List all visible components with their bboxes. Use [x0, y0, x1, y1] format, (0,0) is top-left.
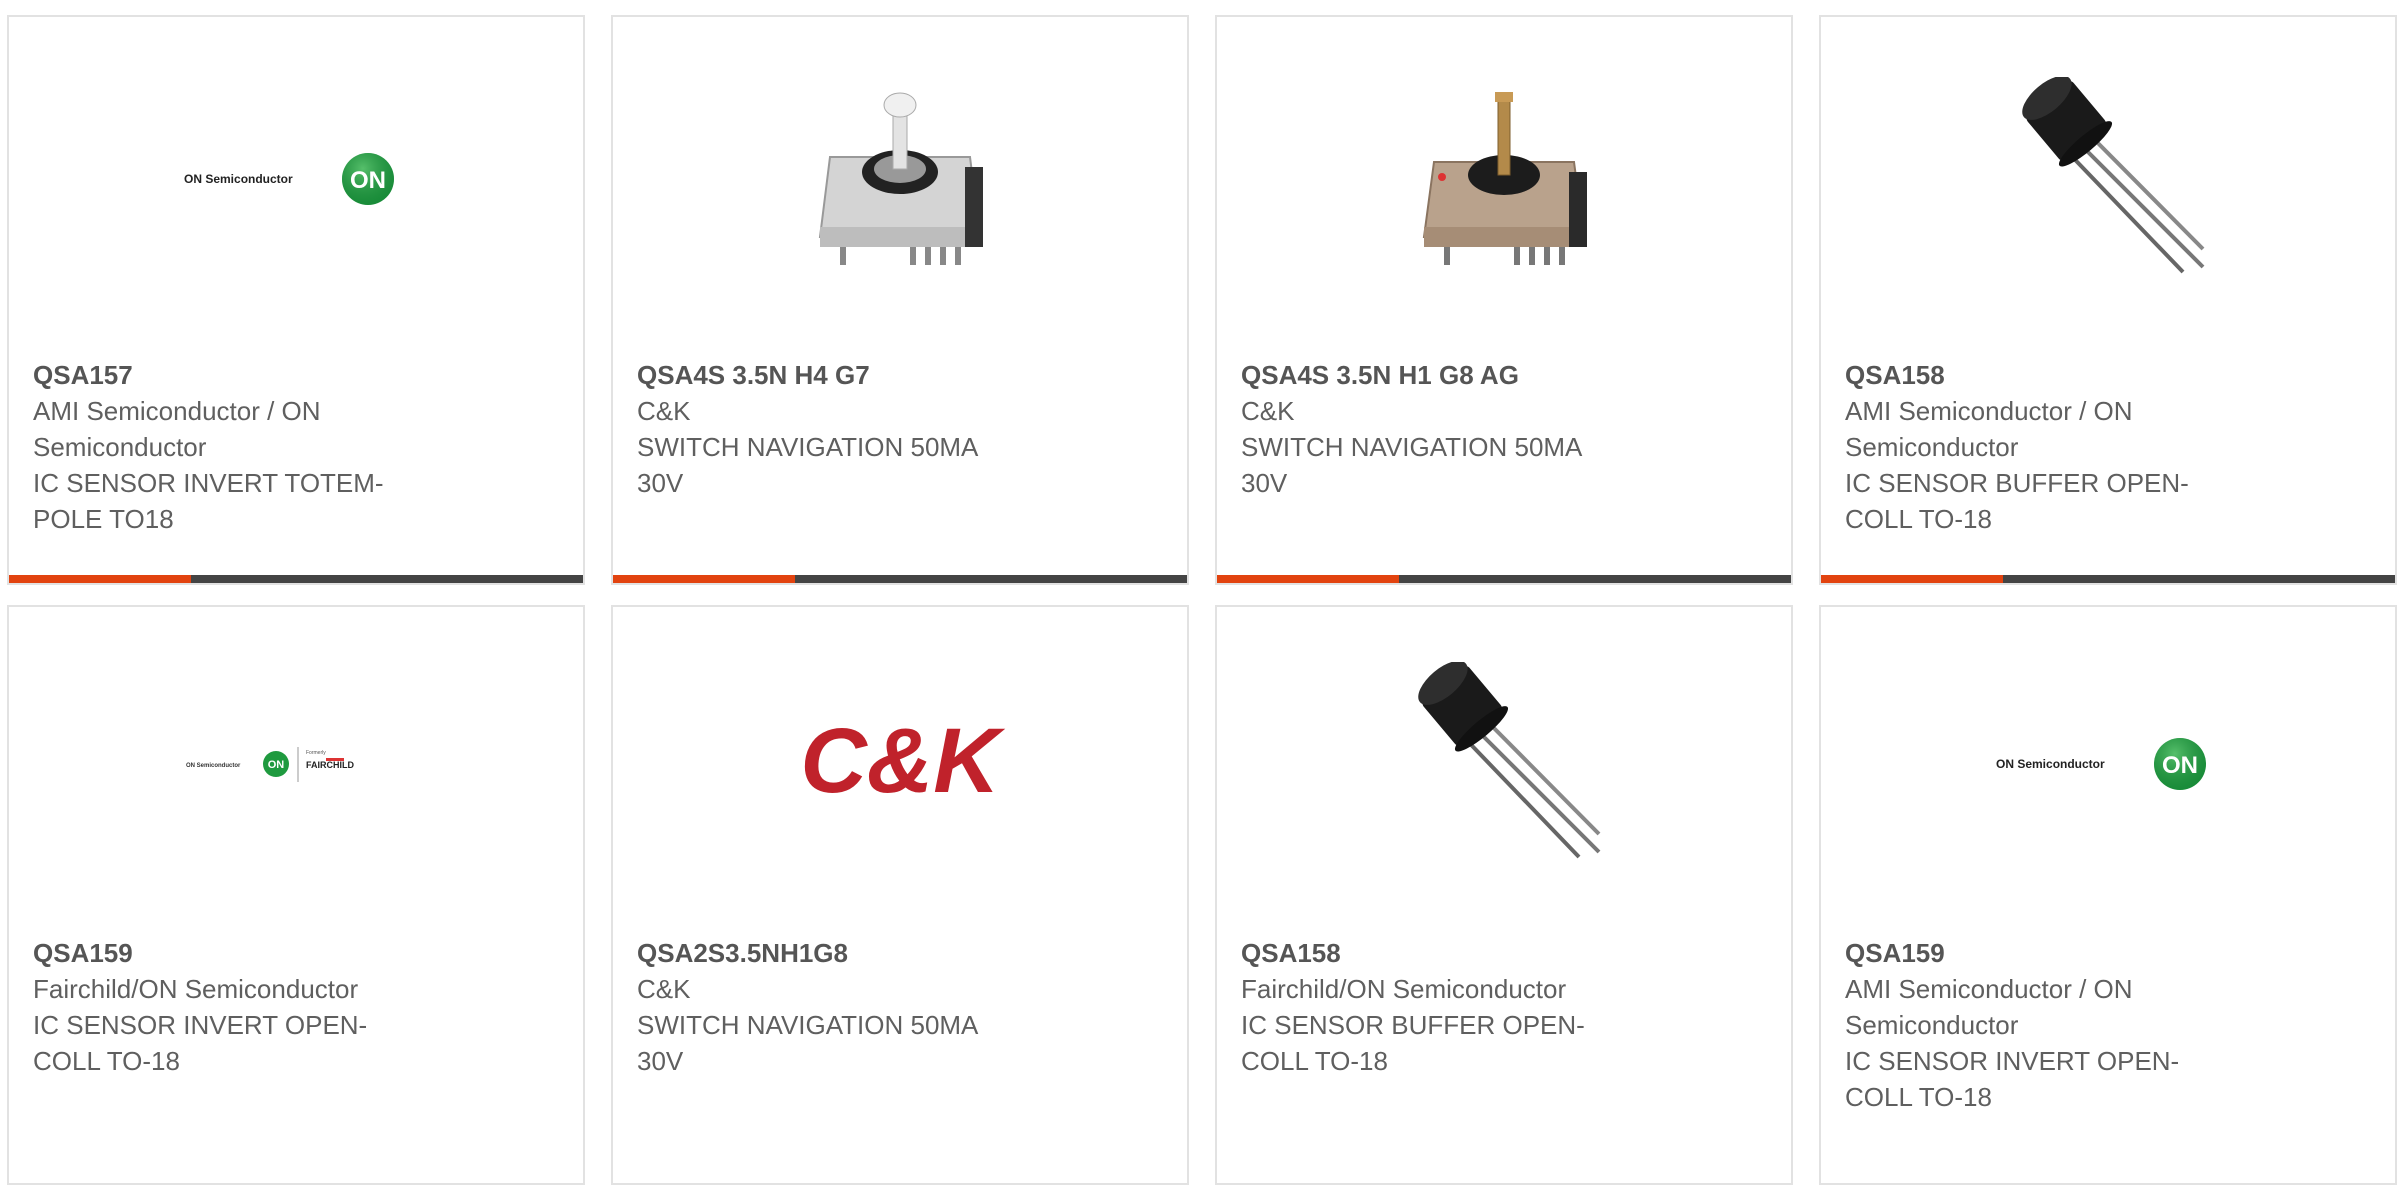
on-badge-text: ON — [350, 167, 386, 194]
manufacturer: AMI Semiconductor / ON — [1845, 396, 2133, 426]
card-bottom-bar — [613, 575, 1187, 583]
on-logo-text: ON Semiconductor — [186, 763, 241, 769]
product-card[interactable]: ON Semiconductor ON QSA159 AMI Semicondu… — [1819, 605, 2397, 1185]
on-logo-text: ON Semiconductor — [1996, 757, 2105, 771]
part-number[interactable]: QSA2S3.5NH1G8 — [637, 935, 1077, 971]
accent-bar — [613, 575, 795, 583]
part-number[interactable]: QSA157 — [33, 357, 473, 393]
on-fairchild-logo: ON Semiconductor ON Formerly FAIRCHILD — [186, 747, 354, 782]
product-image[interactable] — [613, 77, 1187, 277]
accent-bar — [1821, 575, 2003, 583]
product-image[interactable]: ON Semiconductor ON — [1821, 662, 2395, 862]
description: 30V — [637, 468, 684, 498]
part-number[interactable]: QSA158 — [1241, 935, 1681, 971]
product-card[interactable]: C&K QSA2S3.5NH1G8 C&K SWITCH NAVIGATION … — [611, 605, 1189, 1185]
description: COLL TO-18 — [1845, 504, 1992, 534]
to18-sensor-icon — [2022, 77, 2205, 274]
on-logo-text: ON Semiconductor — [184, 172, 293, 186]
product-card[interactable]: ON Semiconductor ON Formerly FAIRCHILD Q… — [7, 605, 585, 1185]
on-semiconductor-logo: ON Semiconductor ON — [1996, 738, 2206, 790]
description: COLL TO-18 — [1241, 1046, 1388, 1076]
navigation-switch-icon — [1422, 92, 1587, 265]
accent-bar — [9, 575, 191, 583]
description: IC SENSOR BUFFER OPEN- — [1845, 468, 2189, 498]
card-bottom-bar — [1821, 575, 2395, 583]
part-number[interactable]: QSA4S 3.5N H4 G7 — [637, 357, 1077, 393]
description: SWITCH NAVIGATION 50MA — [637, 1010, 979, 1040]
manufacturer: AMI Semiconductor / ON — [1845, 974, 2133, 1004]
description: IC SENSOR BUFFER OPEN- — [1241, 1010, 1585, 1040]
part-number[interactable]: QSA4S 3.5N H1 G8 AG — [1241, 357, 1681, 393]
description: IC SENSOR INVERT OPEN- — [33, 1010, 368, 1040]
fairchild-text: FAIRCHILD — [306, 760, 354, 770]
manufacturer: Semiconductor — [33, 432, 207, 462]
product-card[interactable]: QSA4S 3.5N H4 G7 C&K SWITCH NAVIGATION 5… — [611, 15, 1189, 585]
manufacturer: C&K — [1241, 396, 1295, 426]
product-image[interactable]: ON Semiconductor ON — [9, 77, 583, 277]
manufacturer: C&K — [637, 396, 691, 426]
on-semiconductor-logo: ON Semiconductor ON — [184, 153, 394, 205]
manufacturer: AMI Semiconductor / ON — [33, 396, 321, 426]
product-image[interactable]: ON Semiconductor ON Formerly FAIRCHILD — [9, 662, 583, 862]
product-card[interactable]: ON Semiconductor ON QSA157 AMI Semicondu… — [7, 15, 585, 585]
formerly-text: Formerly — [306, 750, 326, 756]
manufacturer: C&K — [637, 974, 691, 1004]
manufacturer: Fairchild/ON Semiconductor — [33, 974, 359, 1004]
product-image[interactable] — [1217, 77, 1791, 277]
ck-logo: C&K — [800, 710, 1006, 812]
description: SWITCH NAVIGATION 50MA — [1241, 432, 1583, 462]
product-card[interactable]: QSA158 Fairchild/ON Semiconductor IC SEN… — [1215, 605, 1793, 1185]
part-number[interactable]: QSA159 — [33, 935, 473, 971]
product-image[interactable]: C&K — [613, 662, 1187, 862]
description: IC SENSOR INVERT OPEN- — [1845, 1046, 2180, 1076]
accent-bar — [1217, 575, 1399, 583]
description: 30V — [637, 1046, 684, 1076]
on-badge-text: ON — [2162, 752, 2198, 779]
manufacturer: Semiconductor — [1845, 1010, 2019, 1040]
manufacturer: Fairchild/ON Semiconductor — [1241, 974, 1567, 1004]
product-image[interactable] — [1821, 77, 2395, 277]
card-bottom-bar — [1217, 575, 1791, 583]
part-number[interactable]: QSA159 — [1845, 935, 2285, 971]
description: SWITCH NAVIGATION 50MA — [637, 432, 979, 462]
ck-logo-text: C&K — [800, 710, 1006, 812]
card-bottom-bar — [9, 575, 583, 583]
product-card[interactable]: QSA158 AMI Semiconductor / ON Semiconduc… — [1819, 15, 2397, 585]
description: POLE TO18 — [33, 504, 174, 534]
description: 30V — [1241, 468, 1288, 498]
on-badge-text: ON — [268, 759, 285, 771]
navigation-switch-icon — [818, 92, 983, 265]
product-image[interactable] — [1217, 662, 1791, 862]
description: COLL TO-18 — [33, 1046, 180, 1076]
part-number[interactable]: QSA158 — [1845, 357, 2285, 393]
to18-sensor-icon — [1418, 662, 1601, 859]
product-card[interactable]: QSA4S 3.5N H1 G8 AG C&K SWITCH NAVIGATIO… — [1215, 15, 1793, 585]
manufacturer: Semiconductor — [1845, 432, 2019, 462]
description: COLL TO-18 — [1845, 1082, 1992, 1112]
description: IC SENSOR INVERT TOTEM- — [33, 468, 384, 498]
